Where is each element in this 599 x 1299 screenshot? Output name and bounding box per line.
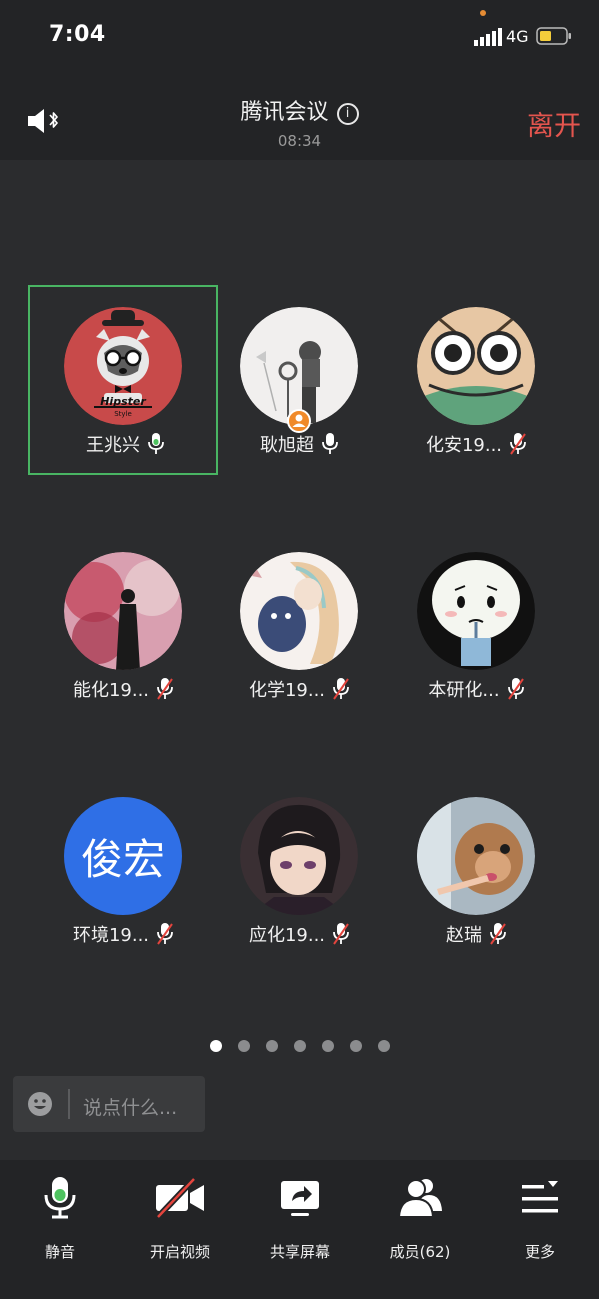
participant-name: 本研化... [428, 680, 500, 701]
tool-label: 开启视频 [149, 1243, 210, 1261]
leave-button[interactable]: 离开 [527, 104, 581, 143]
tool-label: 成员(62) [389, 1243, 451, 1261]
participant-name: 应化19... [248, 925, 326, 946]
bottom-toolbar: 静音 开启视频 共享屏幕 成员(62) 更多 [0, 1160, 599, 1299]
mic-muted-icon [157, 923, 173, 945]
participant-name: 化学19... [248, 680, 326, 701]
share-screen-button[interactable]: 共享屏幕 [240, 1175, 360, 1265]
page-indicator[interactable] [0, 1037, 599, 1056]
info-icon[interactable]: i [336, 103, 359, 125]
participant-tile[interactable]: 耿旭超 [204, 285, 394, 475]
more-menu-icon [522, 1181, 558, 1213]
mic-muted-icon [333, 678, 349, 700]
members-button[interactable]: 成员(62) [360, 1175, 480, 1265]
mic-muted-icon [490, 923, 506, 945]
participant-tile[interactable]: 赵瑞 [381, 775, 571, 965]
mic-muted-icon [510, 433, 526, 455]
page-dot-active[interactable] [209, 1040, 222, 1052]
status-bar: 7:04 4G [0, 0, 599, 70]
participant-tile[interactable]: 能化19... [28, 530, 218, 720]
page-dot[interactable] [349, 1040, 362, 1052]
emoji-icon[interactable] [28, 1092, 52, 1116]
avatar: 俊宏 [64, 797, 182, 915]
participant-name-row: 环境19... [28, 921, 218, 947]
avatar [240, 307, 358, 425]
avatar [240, 797, 358, 915]
participant-name: 耿旭超 [260, 435, 314, 456]
mic-muted-icon [157, 678, 173, 700]
more-button[interactable]: 更多 [480, 1175, 599, 1265]
participant-name: 能化19... [72, 680, 150, 701]
participant-tile[interactable]: 俊宏 环境19... [28, 775, 218, 965]
chat-placeholder: 说点什么... [83, 1097, 178, 1119]
host-badge-icon [287, 409, 311, 433]
participant-name: 王兆兴 [86, 435, 140, 456]
participant-name: 环境19... [72, 925, 150, 946]
tool-label: 静音 [44, 1243, 75, 1261]
battery-icon [536, 27, 571, 45]
participant-name-row: 化学19... [204, 676, 394, 702]
participant-tile[interactable]: 化学19... [204, 530, 394, 720]
avatar [417, 552, 535, 670]
participant-name-row: 化安19... [381, 431, 571, 457]
avatar [64, 552, 182, 670]
meeting-title-wrap[interactable]: 腾讯会议 i [0, 94, 599, 126]
status-time: 7:04 [49, 22, 106, 47]
avatar: Hipster Style [64, 307, 182, 425]
microphone-icon [148, 433, 164, 454]
mic-muted-icon [333, 923, 349, 945]
meeting-header: 腾讯会议 i 08:34 离开 [0, 70, 599, 160]
mic-muted-icon [507, 678, 524, 700]
tool-label: 更多 [524, 1243, 555, 1261]
video-off-icon [155, 1176, 204, 1220]
participant-name-row: 能化19... [28, 676, 218, 702]
participant-tile[interactable]: 化安19... [381, 285, 571, 475]
tool-label: 共享屏幕 [269, 1243, 330, 1261]
page-dot[interactable] [293, 1040, 306, 1052]
signal-icon [474, 28, 502, 46]
share-screen-icon [281, 1181, 319, 1216]
page-dot[interactable] [265, 1040, 278, 1052]
page-dot[interactable] [321, 1040, 334, 1052]
page-dot[interactable] [237, 1040, 250, 1052]
privacy-indicator-dot [480, 10, 486, 16]
meeting-timer: 08:34 [277, 132, 322, 150]
participant-tile[interactable]: 应化19... [204, 775, 394, 965]
members-icon [397, 1179, 442, 1218]
avatar [417, 307, 535, 425]
participant-name: 化安19... [425, 435, 503, 456]
microphone-icon [322, 433, 338, 454]
avatar-initials: 俊宏 [80, 834, 165, 884]
participant-tile[interactable]: 本研化... [381, 530, 571, 720]
participant-name-row: 耿旭超 [204, 431, 394, 457]
network-type: 4G [506, 27, 529, 46]
participant-tile[interactable]: Hipster Style 王兆兴 [28, 285, 218, 475]
participant-name: 赵瑞 [446, 925, 482, 946]
svg-text:Style: Style [114, 410, 132, 418]
start-video-button[interactable]: 开启视频 [120, 1175, 240, 1265]
mute-button[interactable]: 静音 [0, 1175, 120, 1265]
microphone-icon [44, 1177, 76, 1219]
avatar [417, 797, 535, 915]
avatar [240, 552, 358, 670]
divider [68, 1089, 70, 1119]
participant-name-row: 应化19... [204, 921, 394, 947]
participant-name-row: 赵瑞 [381, 921, 571, 947]
page-dot[interactable] [377, 1040, 390, 1052]
participant-name-row: 王兆兴 [30, 431, 220, 457]
participant-name-row: 本研化... [381, 676, 571, 702]
meeting-title: 腾讯会议 [240, 100, 329, 125]
chat-input[interactable]: 说点什么... [13, 1076, 205, 1132]
